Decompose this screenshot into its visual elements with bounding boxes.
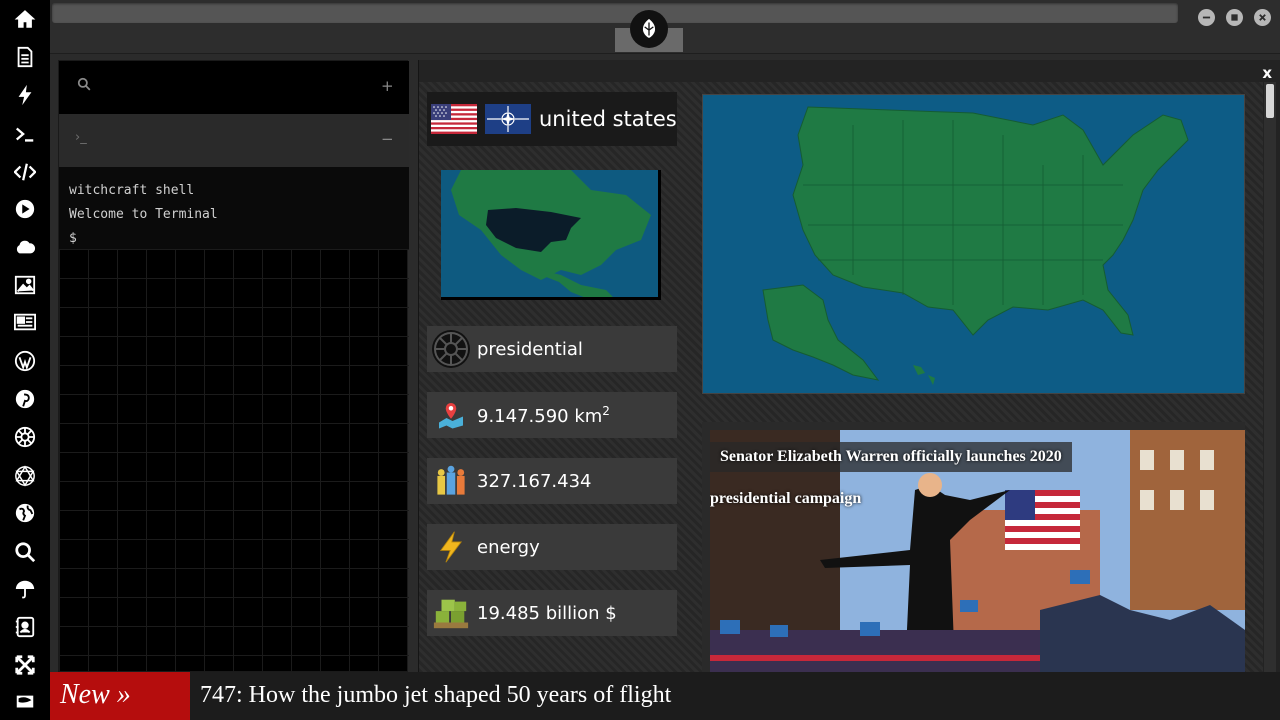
lightning-icon: [431, 527, 471, 567]
country-panel-body: united states presidential 9.147.590 km2…: [419, 82, 1263, 672]
gdp-row: 19.485 billion $: [427, 590, 677, 636]
country-header: united states: [427, 92, 677, 146]
add-tab-button[interactable]: +: [381, 77, 394, 95]
terminal-icon[interactable]: [9, 118, 41, 150]
gdp-value: 19.485 billion $: [477, 602, 617, 624]
terminal-tab[interactable]: ›_ −: [59, 114, 409, 167]
country-name: united states: [539, 107, 677, 131]
home-icon[interactable]: [9, 3, 41, 35]
scrollbar-thumb[interactable]: [1266, 84, 1274, 118]
maximize-window-button[interactable]: [1226, 9, 1243, 26]
resource-row: energy: [427, 524, 677, 570]
government-type: presidential: [477, 338, 583, 360]
terminal-panel: + ›_ − witchcraft shell Welcome to Termi…: [58, 60, 409, 673]
news-headline-line2[interactable]: presidential campaign: [710, 490, 861, 508]
code-icon[interactable]: [9, 156, 41, 188]
terminal-output[interactable]: witchcraft shell Welcome to Terminal $: [59, 167, 409, 249]
close-window-button[interactable]: [1254, 9, 1271, 26]
empire-icon[interactable]: [9, 421, 41, 453]
grid-globe-icon[interactable]: [9, 460, 41, 492]
map-pin-icon: [431, 395, 471, 435]
population-value: 327.167.434: [477, 470, 592, 492]
population-icon: [431, 461, 471, 501]
us-flag-icon: [431, 104, 477, 134]
newspaper-icon[interactable]: [9, 306, 41, 338]
news-photo[interactable]: Senator Elizabeth Warren officially laun…: [710, 430, 1245, 672]
play-icon[interactable]: [9, 193, 41, 225]
nato-flag-icon: [485, 104, 531, 134]
news-headline-line1[interactable]: Senator Elizabeth Warren officially laun…: [710, 442, 1072, 472]
cloud-icon[interactable]: [9, 231, 41, 263]
image-icon[interactable]: [9, 269, 41, 301]
news-card[interactable]: Senator Elizabeth Warren officially laun…: [702, 422, 1245, 672]
money-pallet-icon: [431, 593, 471, 633]
population-row: 327.167.434: [427, 458, 677, 504]
news-ticker: New » 747: How the jumbo jet shaped 50 y…: [50, 672, 1280, 720]
terminal-line: Welcome to Terminal: [69, 207, 218, 222]
icon-sidebar: [0, 0, 50, 720]
terminal-prompt-icon: ›_: [75, 130, 87, 145]
area-row: 9.147.590 km2: [427, 392, 677, 438]
app-window: + ›_ − witchcraft shell Welcome to Termi…: [0, 0, 1280, 720]
expand-icon[interactable]: [9, 649, 41, 681]
close-panel-button[interactable]: x: [1262, 64, 1272, 82]
rebel-alliance-icon[interactable]: [630, 10, 668, 48]
document-icon[interactable]: [9, 41, 41, 73]
country-map[interactable]: [702, 94, 1245, 394]
government-type-row: presidential: [427, 326, 677, 372]
country-panel: x united states presidential 9.147.590 k…: [418, 60, 1280, 672]
globe-icon[interactable]: [9, 497, 41, 529]
ticker-headline[interactable]: 747: How the jumbo jet shaped 50 years o…: [200, 672, 671, 720]
panel-scrollbar[interactable]: [1264, 82, 1276, 672]
terminal-prompt: $: [69, 231, 77, 246]
ticker-badge: New »: [50, 672, 190, 720]
mini-world-map[interactable]: [441, 170, 661, 300]
area-value: 9.147.590 km2: [477, 403, 610, 427]
umbrella-icon[interactable]: [9, 573, 41, 605]
search-icon[interactable]: [77, 77, 91, 95]
bolt-icon[interactable]: [9, 79, 41, 111]
contacts-icon[interactable]: [9, 611, 41, 643]
flag-icon[interactable]: [9, 686, 41, 718]
search-icon[interactable]: [9, 536, 41, 568]
address-bar[interactable]: [52, 3, 1178, 23]
terminal-search-row[interactable]: +: [59, 61, 409, 114]
wordpress-icon[interactable]: [9, 345, 41, 377]
terminal-line: witchcraft shell: [69, 183, 195, 198]
resource-value: energy: [477, 536, 540, 558]
pinterest-icon[interactable]: [9, 383, 41, 415]
minimize-window-button[interactable]: [1198, 9, 1215, 26]
empire-icon: [431, 329, 471, 369]
terminal-background-grid: [59, 249, 409, 673]
collapse-tab-button[interactable]: −: [381, 130, 394, 148]
top-bar: [50, 0, 1280, 54]
